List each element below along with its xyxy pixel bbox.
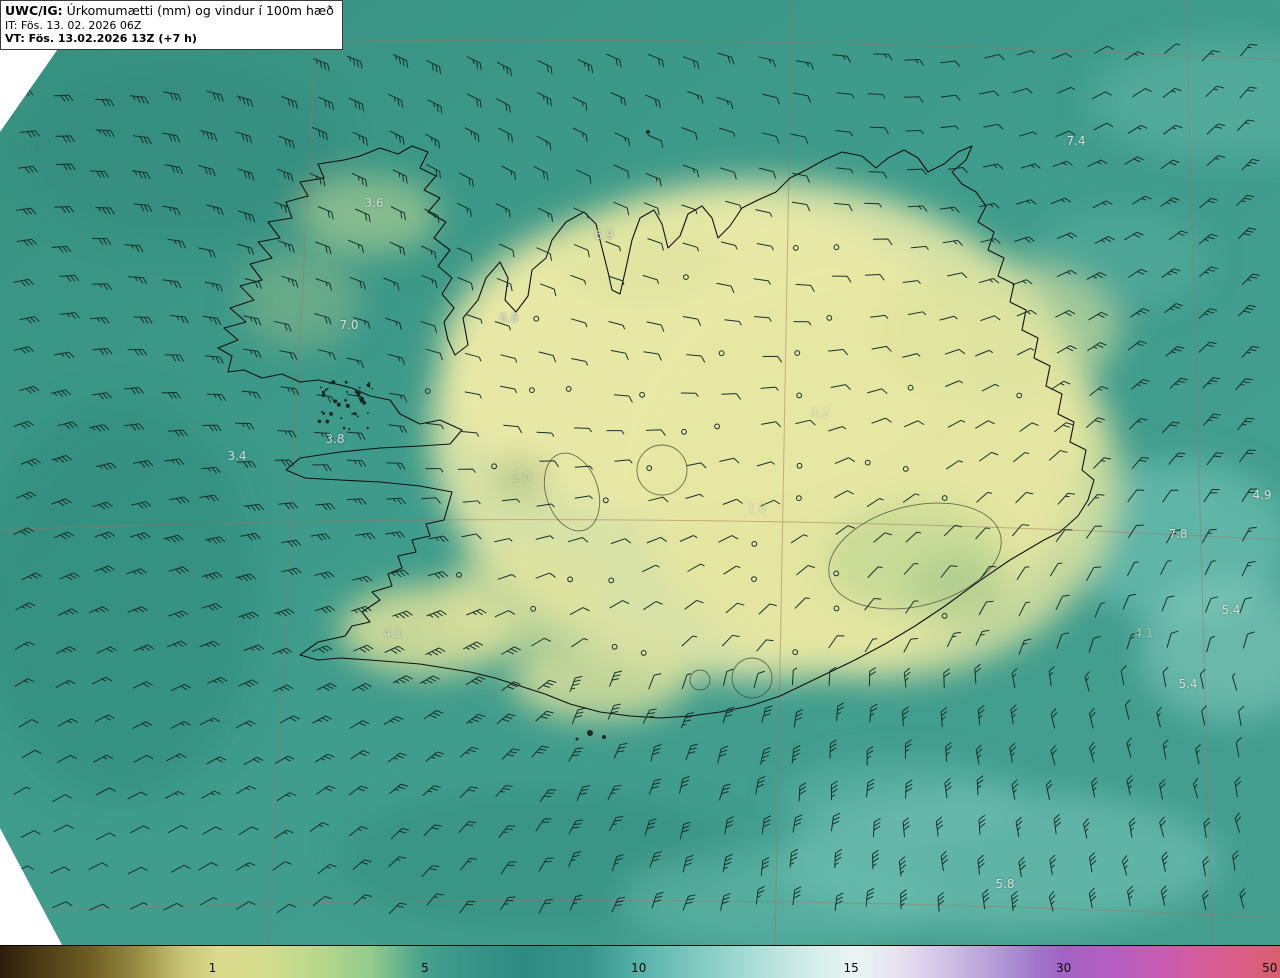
colorbar-tick: 10	[631, 961, 647, 975]
model-label: UWC/IG:	[5, 3, 63, 18]
weather-map	[0, 0, 1280, 945]
colorbar-tick: 1	[208, 961, 217, 975]
legend-box: UWC/IG: Úrkomumætti (mm) og vindur í 100…	[0, 0, 343, 51]
colorbar-tick: 5	[421, 961, 429, 975]
weather-map-page: 7.4 3.6 6.9 6.8 7.0 3.8 3.4 4.9 7.8 5.4 4.1 4.1 5.4 5…	[0, 0, 1280, 978]
map-title-line: UWC/IG: Úrkomumætti (mm) og vindur í 100…	[5, 3, 334, 19]
colorbar-tick: 30	[1056, 961, 1072, 975]
colorbar: 1 5 10 15 30 50	[0, 945, 1280, 978]
colorbar-tick: 50	[1262, 961, 1278, 975]
colorbar-tick: 15	[843, 961, 859, 975]
valid-time: VT: Fös. 13.02.2026 13Z (+7 h)	[5, 32, 197, 46]
map-title: Úrkomumætti (mm) og vindur í 100m hæð	[66, 3, 334, 18]
init-time: IT: Fös. 13. 02. 2026 06Z	[5, 18, 142, 32]
